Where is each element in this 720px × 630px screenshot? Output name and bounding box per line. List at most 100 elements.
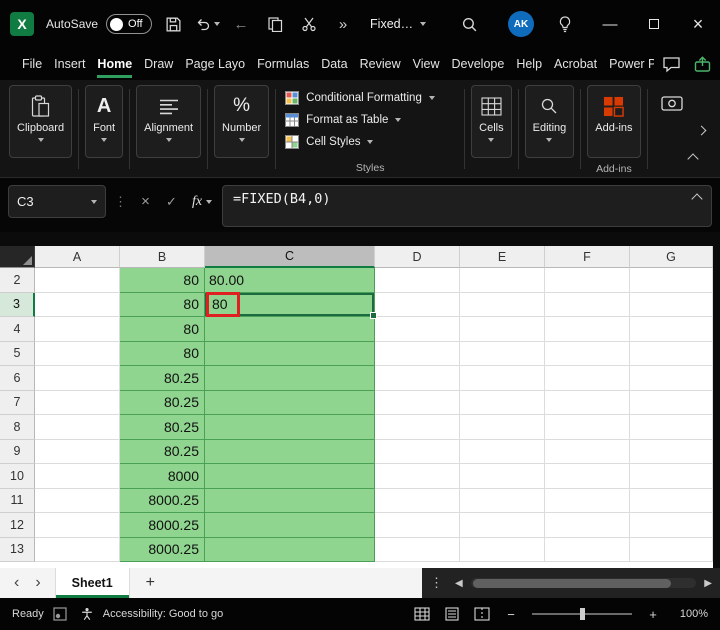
cell-D12[interactable] <box>375 513 460 538</box>
close-button[interactable]: × <box>676 0 720 48</box>
zoom-in-button[interactable]: + <box>646 607 660 622</box>
search-button[interactable] <box>456 7 482 41</box>
cell-D5[interactable] <box>375 342 460 367</box>
cell-G12[interactable] <box>630 513 713 538</box>
cell-B4[interactable]: 80 <box>120 317 205 342</box>
cell-A3[interactable] <box>35 293 120 318</box>
cell-C12[interactable] <box>205 513 375 538</box>
menu-tab-file[interactable]: File <box>16 48 48 80</box>
column-header-D[interactable]: D <box>375 246 460 268</box>
scroll-right-button[interactable]: ▶ <box>704 578 712 589</box>
page-break-preview-button[interactable] <box>474 607 490 621</box>
menu-tab-home[interactable]: Home <box>91 48 138 80</box>
macro-record-button[interactable] <box>53 607 67 621</box>
cell-E2[interactable] <box>460 268 545 293</box>
cell-G8[interactable] <box>630 415 713 440</box>
sheet-tab-sheet1[interactable]: Sheet1 <box>55 568 130 598</box>
row-header-12[interactable]: 12 <box>0 513 35 538</box>
cell-C11[interactable] <box>205 489 375 514</box>
row-header-4[interactable]: 4 <box>0 317 35 342</box>
cell-D11[interactable] <box>375 489 460 514</box>
cell-E12[interactable] <box>460 513 545 538</box>
cell-B7[interactable]: 80.25 <box>120 391 205 416</box>
row-header-8[interactable]: 8 <box>0 415 35 440</box>
cell-C7[interactable] <box>205 391 375 416</box>
column-header-E[interactable]: E <box>460 246 545 268</box>
cell-A6[interactable] <box>35 366 120 391</box>
cell-D3[interactable] <box>375 293 460 318</box>
cell-B11[interactable]: 8000.25 <box>120 489 205 514</box>
cell-E3[interactable] <box>460 293 545 318</box>
row-header-7[interactable]: 7 <box>0 391 35 416</box>
menu-tab-view[interactable]: View <box>407 48 446 80</box>
cell-E11[interactable] <box>460 489 545 514</box>
cell-F8[interactable] <box>545 415 630 440</box>
cell-E5[interactable] <box>460 342 545 367</box>
minimize-button[interactable]: — <box>588 0 632 48</box>
avatar[interactable]: AK <box>508 11 534 37</box>
menu-tab-page-layo[interactable]: Page Layo <box>179 48 251 80</box>
comments-button[interactable] <box>662 56 681 73</box>
cell-E7[interactable] <box>460 391 545 416</box>
cell-B2[interactable]: 80 <box>120 268 205 293</box>
cell-A7[interactable] <box>35 391 120 416</box>
cell-D13[interactable] <box>375 538 460 563</box>
share-button[interactable] <box>693 56 712 73</box>
menu-tab-acrobat[interactable]: Acrobat <box>548 48 603 80</box>
menu-tab-help[interactable]: Help <box>510 48 548 80</box>
cell-G11[interactable] <box>630 489 713 514</box>
cell-G13[interactable] <box>630 538 713 563</box>
cell-C2[interactable]: 80.00 <box>205 268 375 293</box>
zoom-level[interactable]: 100% <box>674 608 708 620</box>
cell-E10[interactable] <box>460 464 545 489</box>
tab-options-icon[interactable]: ⋮ <box>430 575 447 591</box>
cell-B13[interactable]: 8000.25 <box>120 538 205 563</box>
redo-button[interactable]: ← <box>228 7 254 41</box>
insert-function-button[interactable]: fx <box>187 185 217 218</box>
scrollbar-thumb[interactable] <box>473 579 672 588</box>
cell-A13[interactable] <box>35 538 120 563</box>
cell-A10[interactable] <box>35 464 120 489</box>
row-header-3[interactable]: 3 <box>0 293 35 318</box>
cell-G10[interactable] <box>630 464 713 489</box>
cell-A12[interactable] <box>35 513 120 538</box>
autosave-toggle[interactable]: Off <box>106 14 152 34</box>
cell-A4[interactable] <box>35 317 120 342</box>
cell-F12[interactable] <box>545 513 630 538</box>
save-button[interactable] <box>160 7 186 41</box>
cell-C13[interactable] <box>205 538 375 563</box>
fill-handle[interactable] <box>370 312 377 319</box>
cell-D9[interactable] <box>375 440 460 465</box>
cell-G2[interactable] <box>630 268 713 293</box>
cell-A5[interactable] <box>35 342 120 367</box>
cell-G7[interactable] <box>630 391 713 416</box>
menu-tab-develope[interactable]: Develope <box>445 48 510 80</box>
cell-B8[interactable]: 80.25 <box>120 415 205 440</box>
cell-F5[interactable] <box>545 342 630 367</box>
menu-tab-review[interactable]: Review <box>354 48 407 80</box>
cell-A8[interactable] <box>35 415 120 440</box>
row-header-6[interactable]: 6 <box>0 366 35 391</box>
cell-C9[interactable] <box>205 440 375 465</box>
column-header-B[interactable]: B <box>120 246 205 268</box>
zoom-slider-thumb[interactable] <box>580 608 585 620</box>
cut-button[interactable] <box>296 7 322 41</box>
cells-button[interactable]: Cells <box>471 85 511 158</box>
scroll-left-button[interactable]: ◀ <box>455 578 463 589</box>
cell-A9[interactable] <box>35 440 120 465</box>
cell-B9[interactable]: 80.25 <box>120 440 205 465</box>
cell-G4[interactable] <box>630 317 713 342</box>
cell-B12[interactable]: 8000.25 <box>120 513 205 538</box>
cell-G6[interactable] <box>630 366 713 391</box>
cell-D6[interactable] <box>375 366 460 391</box>
cell-G5[interactable] <box>630 342 713 367</box>
cell-C4[interactable] <box>205 317 375 342</box>
cell-C10[interactable] <box>205 464 375 489</box>
prev-sheet-button[interactable]: ‹ <box>14 574 19 592</box>
copy-button[interactable] <box>262 7 288 41</box>
cell-C8[interactable] <box>205 415 375 440</box>
cell-D2[interactable] <box>375 268 460 293</box>
normal-view-button[interactable] <box>414 607 430 621</box>
cell-F9[interactable] <box>545 440 630 465</box>
zoom-out-button[interactable]: − <box>504 607 518 622</box>
